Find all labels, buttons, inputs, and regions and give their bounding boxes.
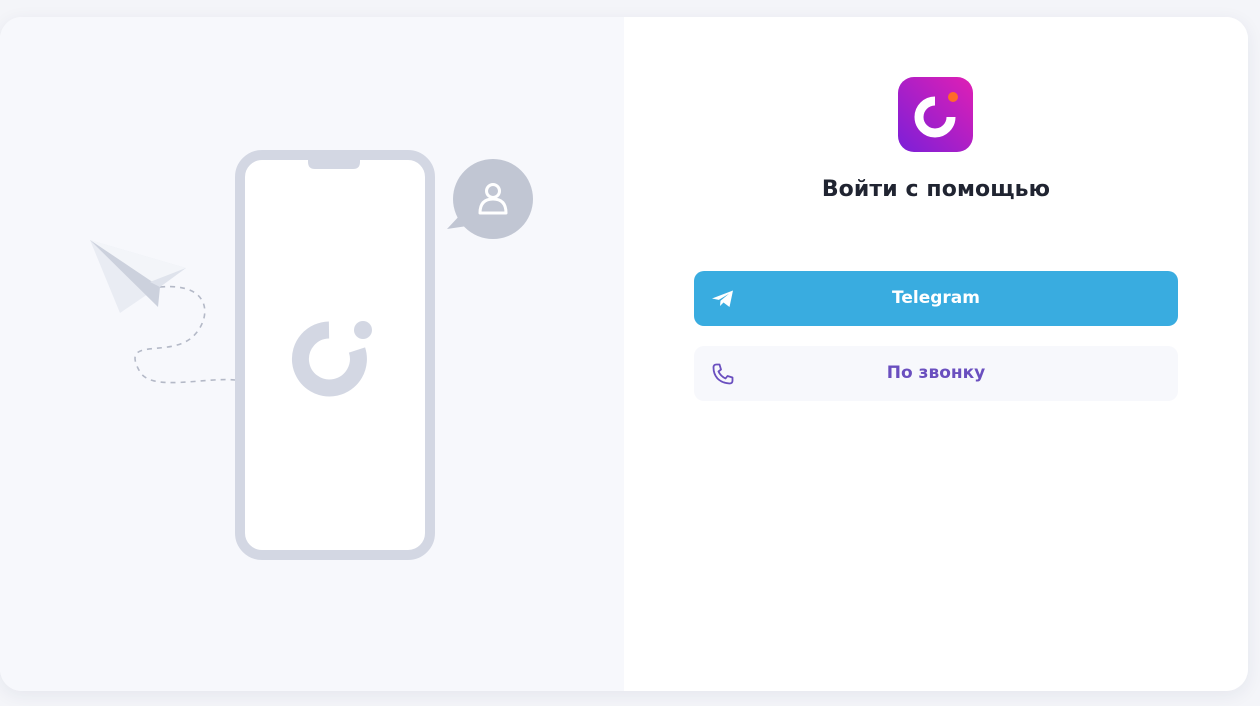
call-login-button[interactable]: По звонку bbox=[694, 346, 1178, 401]
phone-illustration bbox=[235, 150, 435, 560]
app-logo-icon bbox=[898, 77, 973, 152]
telegram-login-button[interactable]: Telegram bbox=[694, 271, 1178, 326]
login-panel: Войти с помощью Telegram По звонку bbox=[624, 17, 1248, 691]
dashed-flight-path bbox=[134, 285, 236, 384]
login-title: Войти с помощью bbox=[821, 177, 1051, 202]
telegram-button-label: Telegram bbox=[892, 288, 980, 308]
user-bubble bbox=[447, 159, 533, 239]
paper-plane-icon bbox=[90, 240, 186, 313]
call-button-label: По звонку bbox=[886, 363, 986, 383]
illustration-panel bbox=[0, 17, 624, 691]
login-illustration bbox=[90, 150, 533, 560]
login-card: Войти с помощью Telegram По звонку bbox=[0, 17, 1248, 691]
